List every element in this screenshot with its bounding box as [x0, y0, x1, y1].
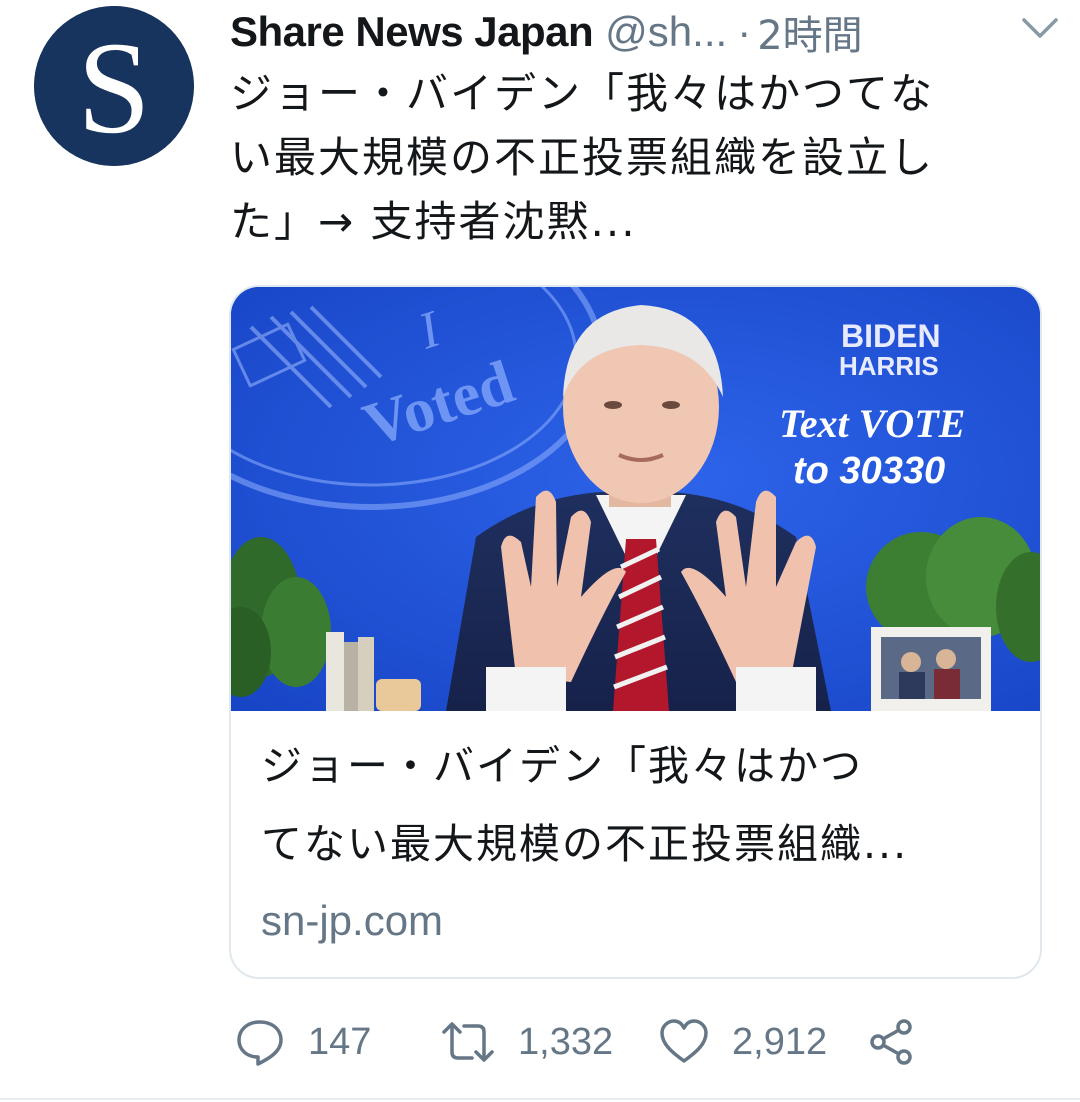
retweet-arrows-icon	[442, 1022, 494, 1062]
share-button[interactable]	[866, 1010, 918, 1074]
timestamp[interactable]: 2時間	[757, 3, 862, 61]
svg-text:to 30330: to 30330	[793, 450, 945, 492]
tweet-text: ジョー・バイデン「我々はかつてな い最大規模の不正投票組織を設立し た」→ 支持…	[230, 62, 1060, 254]
svg-text:Text VOTE: Text VOTE	[779, 401, 965, 446]
tweet-header: Share News Japan @sh... · 2時間	[230, 4, 1060, 60]
tweet-menu-button[interactable]	[1018, 10, 1062, 46]
card-image[interactable]: I Voted BIDEN HARRIS Text VOTE to 30330	[231, 287, 1040, 711]
avatar[interactable]: S	[34, 6, 194, 166]
reply-button[interactable]: 147	[234, 1010, 371, 1074]
separator-dot: ·	[737, 8, 752, 55]
tweet-text-line: た」→ 支持者沈黙...	[230, 197, 637, 246]
retweet-count: 1,332	[518, 1020, 614, 1063]
user-handle[interactable]: @sh...	[605, 8, 727, 56]
tweet-actions: 147 1,332 2,912	[230, 1010, 1060, 1074]
speech-bubble-icon	[237, 1020, 283, 1066]
card-title[interactable]: ジョー・バイデン「我々はかつ てない最大規模の不正投票組織...	[261, 727, 1021, 883]
svg-text:S: S	[77, 14, 150, 161]
avatar-logo: S	[34, 6, 194, 166]
display-name[interactable]: Share News Japan	[230, 8, 594, 56]
svg-text:HARRIS: HARRIS	[839, 351, 939, 381]
card-title-line: てない最大規模の不正投票組織...	[261, 820, 909, 868]
divider	[0, 1098, 1080, 1100]
card-title-line: ジョー・バイデン「我々はかつ	[261, 742, 863, 790]
reply-count: 147	[308, 1020, 372, 1063]
tweet-text-line: い最大規模の不正投票組織を設立し	[230, 133, 935, 182]
svg-text:BIDEN: BIDEN	[841, 318, 941, 354]
like-button[interactable]: 2,912	[658, 1010, 827, 1074]
card-domain: sn-jp.com	[261, 897, 444, 944]
card-photo: I Voted BIDEN HARRIS Text VOTE to 30330	[231, 287, 1040, 711]
chevron-down-icon	[1022, 18, 1058, 38]
heart-icon	[660, 1019, 708, 1063]
link-preview-card[interactable]: I Voted BIDEN HARRIS Text VOTE to 30330 …	[229, 285, 1042, 979]
share-nodes-icon	[870, 1019, 912, 1065]
retweet-button[interactable]: 1,332	[440, 1010, 613, 1074]
tweet-text-line: ジョー・バイデン「我々はかつてな	[230, 69, 935, 118]
like-count: 2,912	[732, 1020, 828, 1063]
